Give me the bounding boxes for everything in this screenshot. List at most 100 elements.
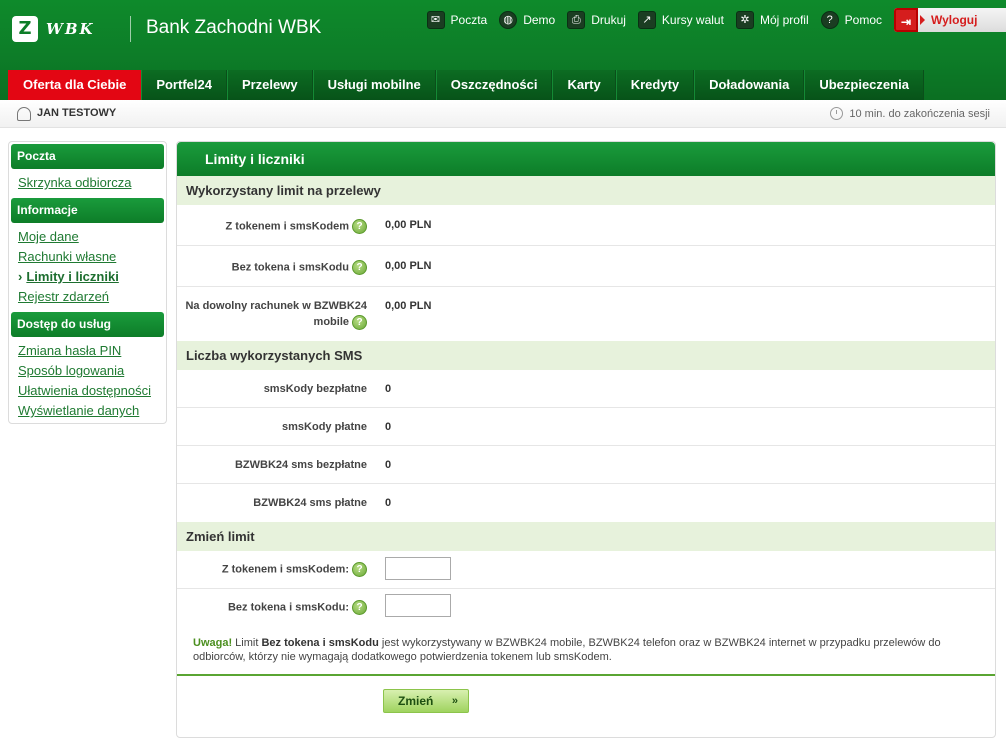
chart-icon: ↗ [637, 11, 656, 29]
globe-icon: ◍ [499, 11, 518, 29]
sidebar-item-ulatwienia-dostepnosci[interactable]: Ułatwienia dostępności [9, 381, 166, 401]
limit-with-token-input[interactable] [385, 557, 451, 580]
sidebar-group-poczta: Poczta [11, 144, 164, 169]
tab-oferta-dla-ciebie[interactable]: Oferta dla Ciebie [8, 70, 142, 100]
sidebar-item-sposob-logowania[interactable]: Sposób logowania [9, 361, 166, 381]
main-nav: Oferta dla Ciebie Portfel24 Przelewy Usł… [8, 70, 924, 100]
limits-panel: Limity i liczniki Wykorzystany limit na … [176, 141, 996, 738]
sidebar-group-items: Skrzynka odbiorcza [9, 169, 166, 196]
top-link-moj-profil[interactable]: ✲ Mój profil [735, 11, 809, 29]
logout-button[interactable]: ⇥ Wyloguj [894, 8, 1006, 32]
row-value: 0,00 PLN [385, 260, 432, 272]
help-icon: ? [820, 11, 839, 29]
gear-icon: ✲ [735, 11, 754, 29]
sidebar-item-limity-i-liczniki[interactable]: › Limity i liczniki [9, 267, 166, 287]
sidebar-item-zmiana-hasla-pin[interactable]: Zmiana hasła PIN [9, 341, 166, 361]
tab-uslugi-mobilne[interactable]: Usługi mobilne [312, 70, 436, 100]
row-value: 0 [385, 383, 392, 395]
table-row: Bez tokena i smsKodu? 0,00 PLN [177, 246, 995, 287]
sidebar-group-dostep-do-uslug: Dostęp do usług [11, 312, 164, 337]
row-value: 0 [385, 421, 392, 433]
top-link-label: Drukuj [591, 13, 626, 27]
notice-text: Uwaga! Limit Bez tokena i smsKodu jest w… [193, 636, 989, 664]
row-label: Bez tokena i smsKodu:? [228, 600, 367, 615]
top-link-kursy-walut[interactable]: ↗ Kursy walut [637, 11, 724, 29]
help-icon[interactable]: ? [352, 600, 367, 615]
top-link-label: Pomoc [844, 13, 882, 27]
help-icon[interactable]: ? [352, 562, 367, 577]
notice-part1: Limit [232, 637, 262, 649]
chevron-right-icon: › [18, 269, 23, 284]
logo-separator [130, 16, 131, 42]
tab-kredyty[interactable]: Kredyty [615, 70, 695, 100]
row-label: Z tokenem i smsKodem:? [222, 562, 367, 577]
logo-wordmark: WBK [46, 20, 95, 38]
help-icon[interactable]: ? [352, 314, 367, 330]
form-row: Bez tokena i smsKodu:? [177, 589, 995, 627]
row-label: Z tokenem i smsKodem? [226, 219, 367, 234]
row-label: smsKody bezpłatne [263, 383, 367, 395]
table-row: BZWBK24 sms bezpłatne 0 [177, 446, 995, 484]
row-label: Na dowolny rachunek w BZWBK24 mobile? [185, 300, 367, 330]
tab-ubezpieczenia[interactable]: Ubezpieczenia [804, 70, 924, 100]
top-link-label: Mój profil [759, 13, 809, 27]
page-title: Limity i liczniki [177, 142, 995, 176]
double-chevron-right-icon: » [451, 695, 458, 707]
clock-icon [830, 107, 844, 120]
limit-without-token-input[interactable] [385, 594, 451, 617]
help-icon[interactable]: ? [352, 219, 367, 234]
table-row: BZWBK24 sms płatne 0 [177, 484, 995, 522]
tab-portfel24[interactable]: Portfel24 [141, 70, 227, 100]
table-row: Z tokenem i smsKodem? 0,00 PLN [177, 205, 995, 246]
table-row: smsKody płatne 0 [177, 408, 995, 446]
session-text: 10 min. do zakończenia sesji [849, 107, 990, 120]
top-link-demo[interactable]: ◍ Demo [499, 11, 555, 29]
top-link-drukuj[interactable]: ⎙ Drukuj [567, 11, 626, 29]
row-label: BZWBK24 sms bezpłatne [234, 459, 367, 471]
button-label: Zmień [398, 694, 434, 708]
logout-icon: ⇥ [894, 8, 918, 32]
notice-strong: Bez tokena i smsKodu [261, 637, 379, 649]
help-icon[interactable]: ? [352, 260, 367, 275]
bank-name: Bank Zachodni WBK [146, 17, 322, 38]
row-value: 0,00 PLN [385, 219, 432, 231]
divider [177, 674, 995, 676]
row-value: 0,00 PLN [385, 300, 432, 312]
row-value: 0 [385, 459, 392, 471]
tab-karty[interactable]: Karty [552, 70, 616, 100]
sidebar-item-moje-dane[interactable]: Moje dane [9, 227, 166, 247]
form-row: Z tokenem i smsKodem:? [177, 551, 995, 589]
section-used-transfer-limit: Wykorzystany limit na przelewy [177, 176, 995, 205]
envelope-icon: ✉ [426, 11, 445, 29]
change-limit-button[interactable]: Zmień » [383, 689, 469, 713]
tab-oszczednosci[interactable]: Oszczędności [435, 70, 553, 100]
sidebar-item-rachunki-wlasne[interactable]: Rachunki własne [9, 247, 166, 267]
tab-doladowania[interactable]: Doładowania [694, 70, 805, 100]
sidebar-item-skrzynka-odbiorcza[interactable]: Skrzynka odbiorcza [9, 173, 166, 193]
user-bar: JAN TESTOWY 10 min. do zakończenia sesji [0, 100, 1006, 128]
section-used-sms-count: Liczba wykorzystanych SMS [177, 341, 995, 370]
bank-logo-icon[interactable]: Z [12, 16, 38, 42]
sidebar-item-wyswietlanie-danych[interactable]: Wyświetlanie danych [9, 401, 166, 421]
header: Z WBK Bank Zachodni WBK ✉ Poczta ◍ Demo … [0, 0, 1006, 100]
sidebar-item-rejestr-zdarzen[interactable]: Rejestr zdarzeń [9, 287, 166, 307]
row-label: BZWBK24 sms płatne [253, 497, 367, 509]
session-timer: 10 min. do zakończenia sesji [830, 107, 990, 120]
sidebar-group-informacje: Informacje [11, 198, 164, 223]
top-link-pomoc[interactable]: ? Pomoc [820, 11, 882, 29]
top-link-label: Demo [523, 13, 556, 27]
table-row: Na dowolny rachunek w BZWBK24 mobile? 0,… [177, 287, 995, 341]
sidebar: Poczta Skrzynka odbiorcza Informacje Moj… [8, 141, 167, 424]
top-links: ✉ Poczta ◍ Demo ⎙ Drukuj ↗ Kursy walut ✲… [426, 8, 1006, 32]
sidebar-item-label: Limity i liczniki [26, 269, 119, 284]
row-label: smsKody płatne [282, 421, 367, 433]
logout-arrow-icon [920, 15, 925, 25]
section-change-limit: Zmień limit [177, 522, 995, 551]
row-label: Bez tokena i smsKodu? [232, 260, 367, 275]
top-link-label: Kursy walut [661, 13, 724, 27]
tab-przelewy[interactable]: Przelewy [226, 70, 313, 100]
top-link-poczta[interactable]: ✉ Poczta [426, 11, 487, 29]
logout-label: Wyloguj [931, 13, 978, 27]
notice-warning: Uwaga! [193, 637, 233, 649]
row-value: 0 [385, 497, 392, 509]
